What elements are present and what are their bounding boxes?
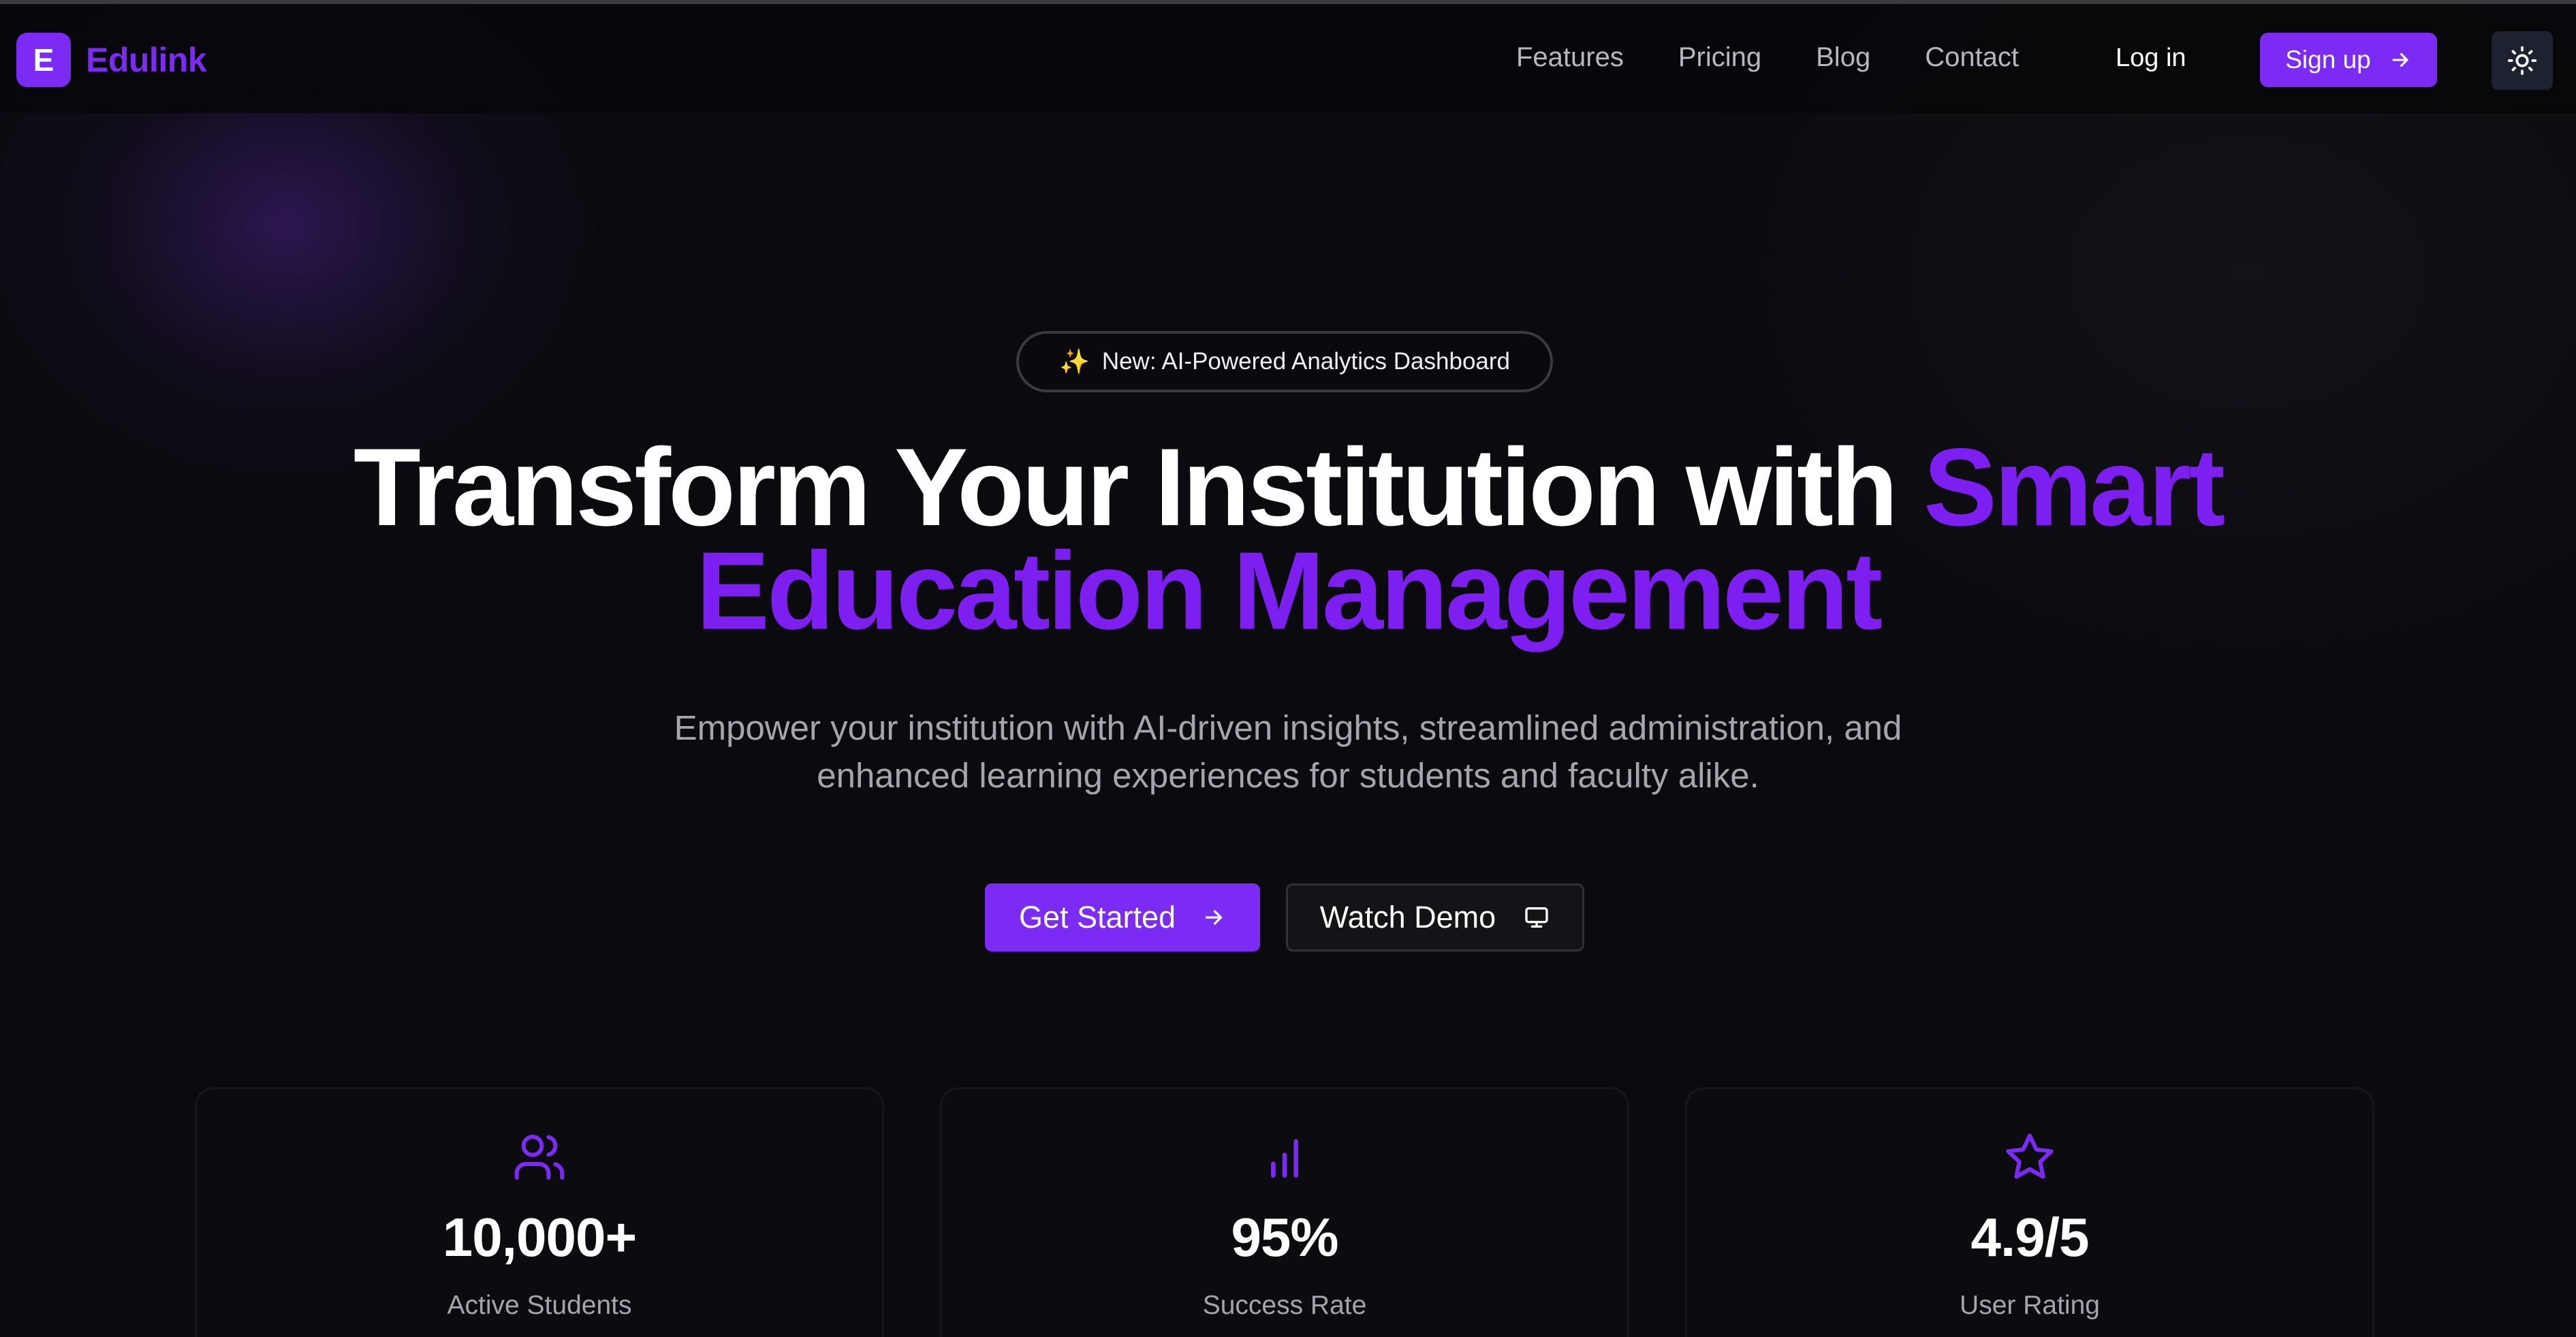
subtext-line-1: Empower your institution with AI-driven … xyxy=(674,708,1902,747)
signup-button[interactable]: Sign up xyxy=(2260,33,2437,87)
stat-card-rating: 4.9/5 User Rating xyxy=(1685,1087,2374,1337)
subtext-line-2: enhanced learning experiences for studen… xyxy=(817,756,1759,795)
watch-demo-button[interactable]: Watch Demo xyxy=(1286,883,1584,951)
bar-chart-icon xyxy=(1271,1139,1298,1178)
hero-headline: Transform Your Institution with Smart Ed… xyxy=(0,432,2576,646)
stat-card-students: 10,000+ Active Students xyxy=(195,1087,884,1337)
logo-mark: E xyxy=(16,33,71,87)
stat-value: 4.9/5 xyxy=(1970,1207,2090,1268)
brand-logo[interactable]: E Edulink xyxy=(16,33,207,87)
stat-label: Success Rate xyxy=(1202,1291,1367,1320)
login-link[interactable]: Log in xyxy=(2116,44,2186,73)
hero-subtext: Empower your institution with AI-driven … xyxy=(0,704,2576,800)
star-icon xyxy=(2006,1133,2054,1179)
stat-value: 10,000+ xyxy=(442,1207,637,1268)
get-started-button[interactable]: Get Started xyxy=(985,883,1260,951)
headline-accent-smart: Smart xyxy=(1923,426,2225,549)
landing-page: E Edulink Features Pricing Blog Contact … xyxy=(0,0,2576,1337)
nav-link-blog[interactable]: Blog xyxy=(1816,42,1870,73)
arrow-right-icon xyxy=(2392,52,2408,67)
nav-links: Features Pricing Blog Contact xyxy=(1516,42,2019,73)
sparkles-icon: ✨ xyxy=(1058,347,1090,375)
stat-label: Active Students xyxy=(447,1291,632,1320)
signup-label: Sign up xyxy=(2285,46,2371,74)
nav-link-pricing[interactable]: Pricing xyxy=(1678,42,1761,73)
navbar: E Edulink Features Pricing Blog Contact … xyxy=(0,4,2576,113)
arrow-right-icon xyxy=(1205,910,1223,925)
get-started-label: Get Started xyxy=(1018,900,1176,934)
stat-label: User Rating xyxy=(1960,1291,2100,1320)
watch-demo-label: Watch Demo xyxy=(1319,900,1496,934)
sun-icon xyxy=(2507,46,2537,76)
announcement-badge[interactable]: ✨ New: AI-Powered Analytics Dashboard xyxy=(1016,331,1553,392)
badge-text: New: AI-Powered Analytics Dashboard xyxy=(1101,348,1510,375)
brand-name: Edulink xyxy=(86,41,207,79)
stat-value: 95% xyxy=(1231,1207,1338,1268)
nav-link-contact[interactable]: Contact xyxy=(1925,42,2019,73)
headline-accent-line2: Education Management xyxy=(695,529,1883,652)
users-icon xyxy=(514,1135,565,1180)
stat-card-success: 95% Success Rate xyxy=(940,1087,1629,1337)
monitor-icon xyxy=(1525,907,1548,928)
nav-link-features[interactable]: Features xyxy=(1516,42,1624,73)
theme-toggle-button[interactable] xyxy=(2492,31,2553,90)
